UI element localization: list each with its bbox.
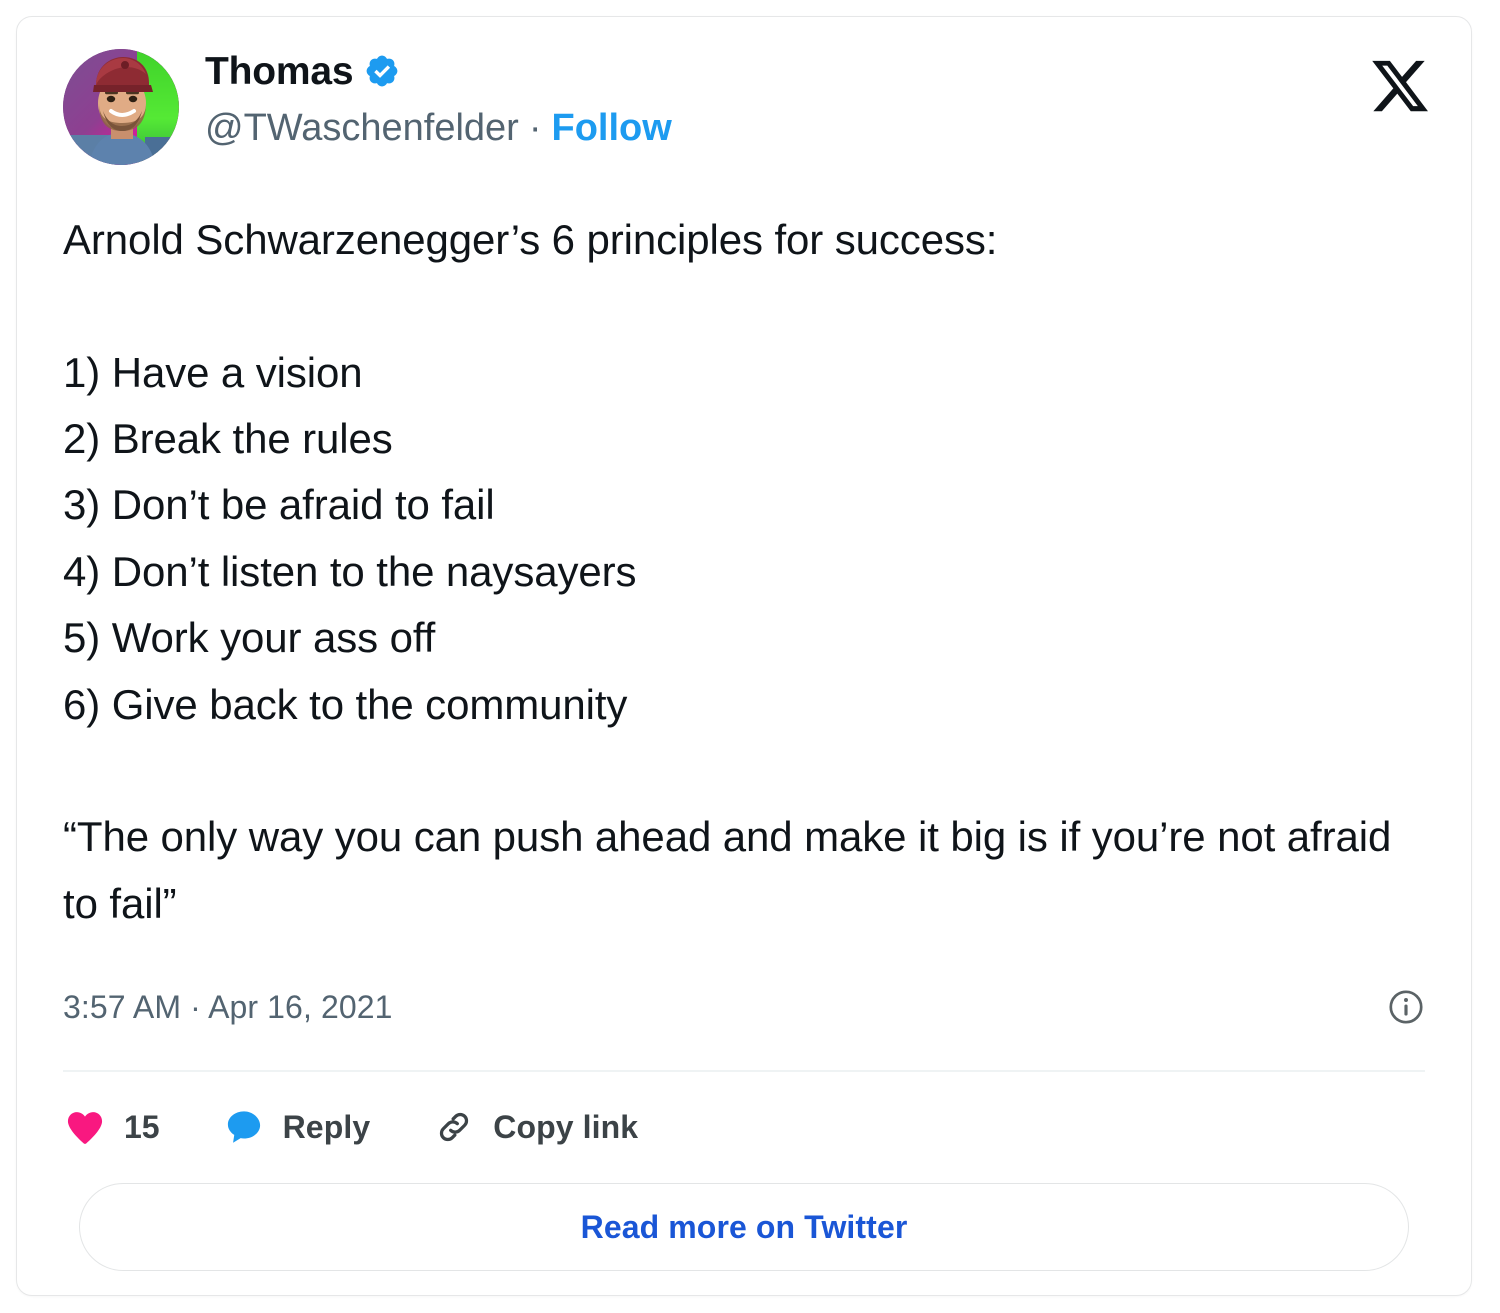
tweet-timestamp: 3:57 AM · Apr 16, 2021 <box>63 988 393 1025</box>
heart-icon <box>63 1105 107 1149</box>
reply-label: Reply <box>282 1108 371 1145</box>
tweet-actions: 15 Reply Copy link <box>63 1095 638 1159</box>
divider <box>63 1070 1425 1072</box>
author-handle[interactable]: @TWaschenfelder <box>205 108 519 149</box>
screenshot-root: Thomas @TWaschenfelder · Follow Arnold S… <box>0 0 1500 1313</box>
copy-link-button[interactable]: Copy link <box>432 1105 638 1149</box>
follow-link[interactable]: Follow <box>552 108 672 149</box>
speech-bubble-icon <box>222 1105 266 1149</box>
read-more-on-twitter-button[interactable]: Read more on Twitter <box>79 1183 1409 1271</box>
handle-row: @TWaschenfelder · Follow <box>205 107 672 149</box>
like-button[interactable]: 15 <box>63 1105 160 1149</box>
tweet-meta: 3:57 AM · Apr 16, 2021 <box>63 979 1425 1035</box>
reply-button[interactable]: Reply <box>222 1105 371 1149</box>
display-name-row: Thomas <box>205 45 672 97</box>
embedded-tweet-card: Thomas @TWaschenfelder · Follow Arnold S… <box>16 16 1472 1296</box>
copy-link-label: Copy link <box>493 1108 639 1145</box>
display-name: Thomas <box>205 49 354 93</box>
x-logo-icon[interactable] <box>1369 55 1431 117</box>
author-name-block: Thomas @TWaschenfelder · Follow <box>205 45 672 149</box>
link-icon <box>432 1105 476 1149</box>
read-more-label: Read more on Twitter <box>580 1208 908 1245</box>
separator-dot: · <box>528 107 542 149</box>
info-circle-icon[interactable] <box>1387 988 1425 1026</box>
tweet-text: Arnold Schwarzenegger’s 6 principles for… <box>63 216 1392 927</box>
tweet-header: Thomas @TWaschenfelder · Follow <box>63 37 1431 177</box>
verified-badge-icon <box>364 53 400 89</box>
avatar[interactable] <box>63 49 179 165</box>
like-count: 15 <box>124 1108 160 1145</box>
